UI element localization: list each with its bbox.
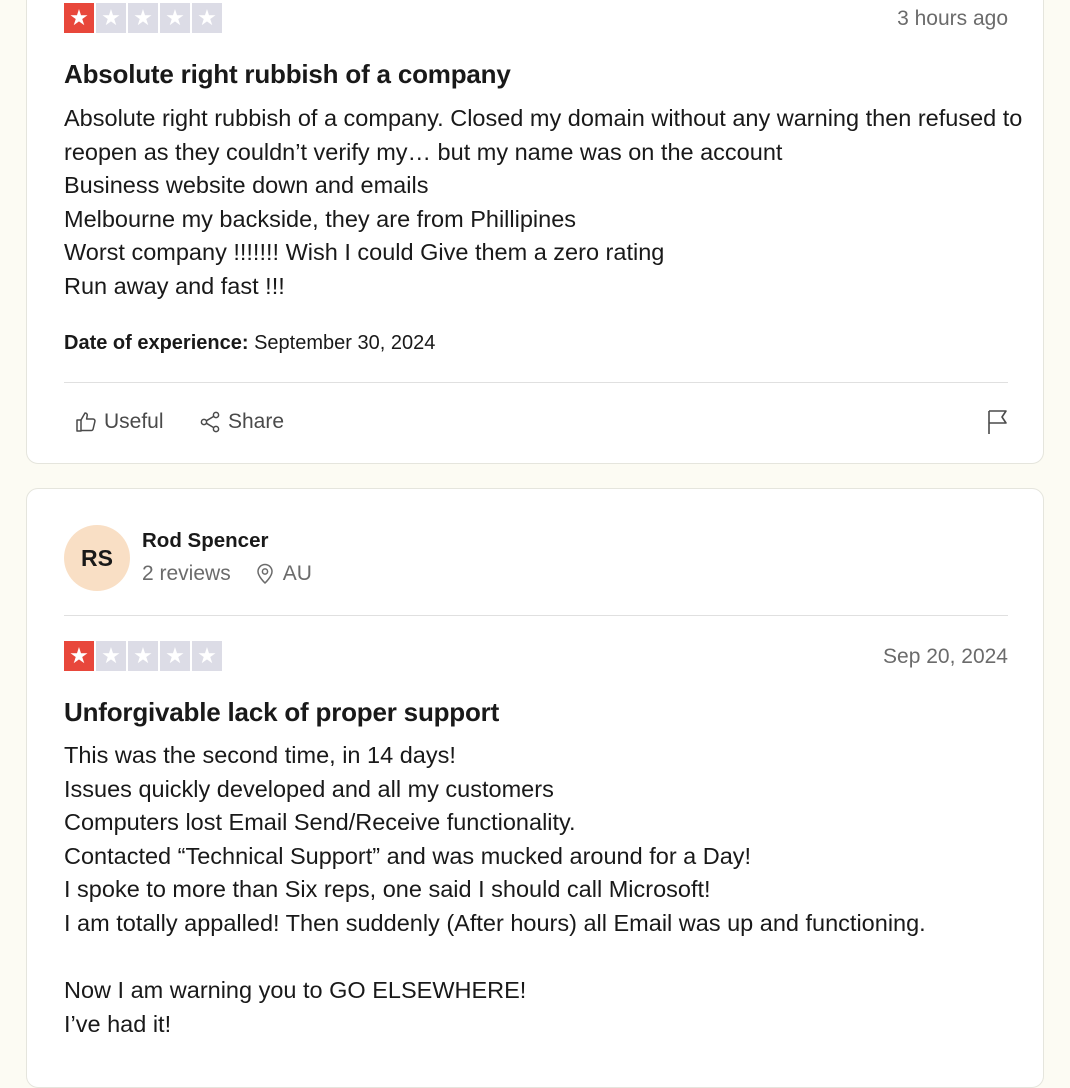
review-line: Computers lost Email Send/Receive functi… <box>64 809 576 836</box>
review-line: Now I am warning you to GO ELSEWHERE! <box>64 977 527 1004</box>
review-line: Worst company !!!!!!! Wish I could Give … <box>64 239 665 266</box>
location-text: AU <box>282 562 312 585</box>
review-body: Absolute right rubbish of a company. Clo… <box>64 102 1024 304</box>
review-title[interactable]: Absolute right rubbish of a company <box>64 59 511 90</box>
star-icon: ★ <box>192 3 222 33</box>
star-icon: ★ <box>64 3 94 33</box>
divider <box>64 382 1008 383</box>
useful-button[interactable]: Useful <box>74 410 164 434</box>
share-button[interactable]: Share <box>198 410 284 434</box>
review-line <box>64 941 1024 975</box>
flag-icon[interactable] <box>985 408 1011 436</box>
review-line: This was the second time, in 14 days! <box>64 742 456 768</box>
review-card: RS Rod Spencer 2 reviews AU ★ ★ ★ ★ ★ Se… <box>26 488 1044 1088</box>
review-line: Run away and fast !!! <box>64 272 285 299</box>
review-title[interactable]: Unforgivable lack of proper support <box>64 697 499 728</box>
reviewer-location: AU <box>255 562 312 586</box>
experience-date: September 30, 2024 <box>254 332 436 354</box>
review-date: Sep 20, 2024 <box>883 645 1008 668</box>
review-line: Business website down and emails <box>64 172 429 199</box>
star-icon: ★ <box>160 3 190 33</box>
star-icon: ★ <box>128 3 158 33</box>
avatar[interactable]: RS <box>64 525 130 591</box>
review-line: Melbourne my backside, they are from Phi… <box>64 205 577 232</box>
star-rating: ★ ★ ★ ★ ★ <box>64 3 222 33</box>
star-icon: ★ <box>64 641 94 671</box>
review-line: Issues quickly developed and all my cust… <box>64 775 554 802</box>
star-rating: ★ ★ ★ ★ ★ <box>64 641 222 671</box>
thumbs-up-icon <box>76 412 96 432</box>
reviewer-name[interactable]: Rod Spencer <box>142 529 268 553</box>
review-date: 3 hours ago <box>897 7 1008 30</box>
review-line: I spoke to more than Six reps, one said … <box>64 876 711 903</box>
review-line: Absolute right rubbish of a company. Clo… <box>64 105 1029 165</box>
review-line: Contacted “Technical Support” and was mu… <box>64 842 752 869</box>
star-icon: ★ <box>192 641 222 671</box>
location-pin-icon <box>256 563 273 585</box>
reviewer-meta: 2 reviews AU <box>142 562 312 586</box>
share-icon <box>200 411 220 433</box>
divider <box>64 615 1008 616</box>
star-icon: ★ <box>96 641 126 671</box>
date-of-experience: Date of experience: September 30, 2024 <box>64 332 435 355</box>
experience-label: Date of experience: <box>64 332 249 354</box>
star-icon: ★ <box>128 641 158 671</box>
useful-label: Useful <box>104 410 164 433</box>
reviewer-review-count: 2 reviews <box>142 562 231 585</box>
review-body: This was the second time, in 14 days! Is… <box>64 739 1024 1041</box>
star-icon: ★ <box>96 3 126 33</box>
share-label: Share <box>228 410 285 433</box>
star-icon: ★ <box>160 641 190 671</box>
review-line: I’ve had it! <box>64 1010 172 1037</box>
review-line: I am totally appalled! Then suddenly (Af… <box>64 909 926 936</box>
review-card: ★ ★ ★ ★ ★ 3 hours ago Absolute right rub… <box>26 0 1044 464</box>
